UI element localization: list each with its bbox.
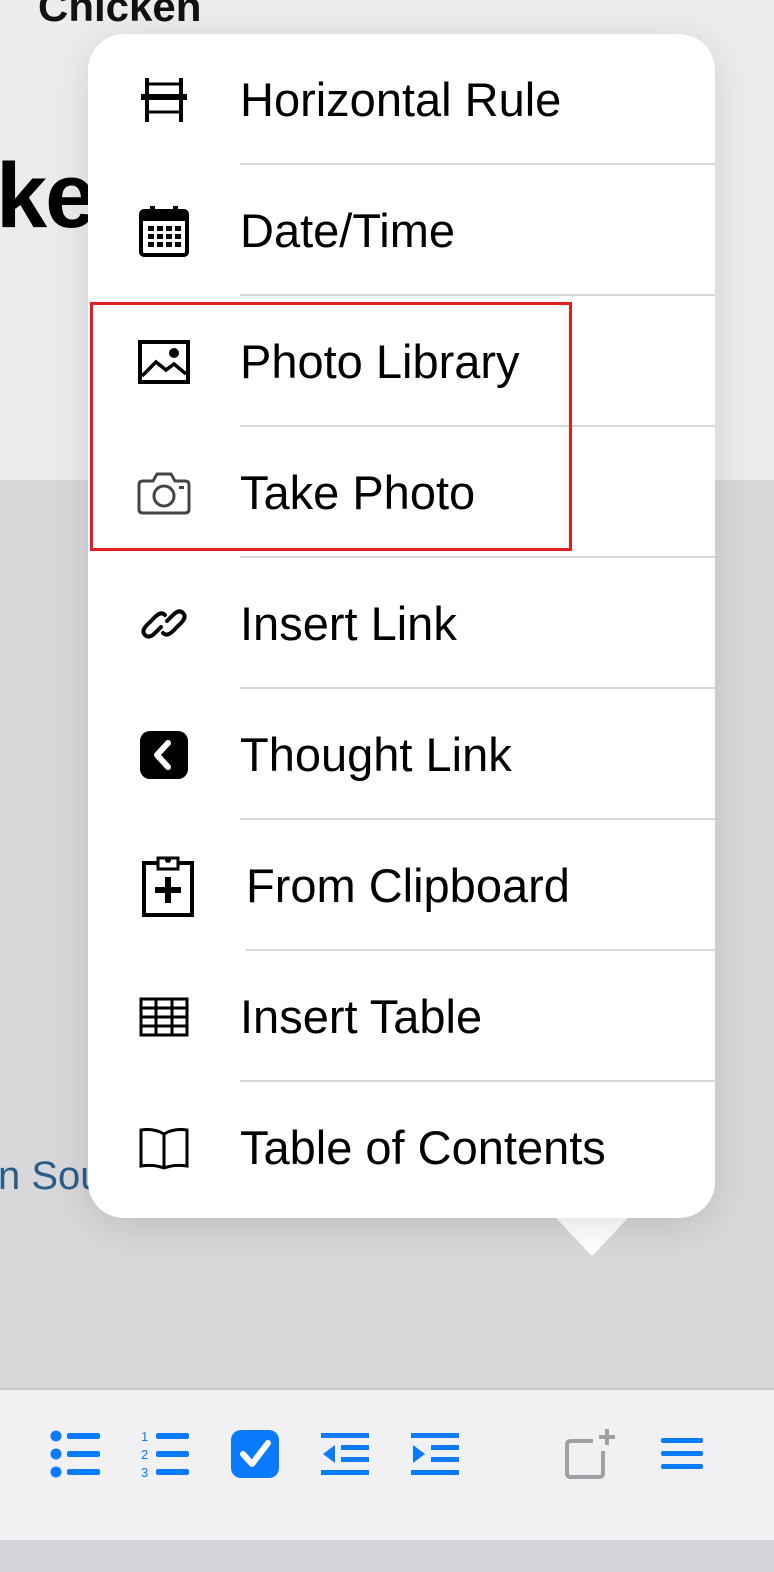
horizontal-rule-icon [136, 72, 192, 128]
numbered-list-button[interactable]: 1 2 3 [137, 1426, 193, 1482]
menu-item-label: Thought Link [240, 728, 512, 781]
menu-item-table-of-contents[interactable]: Table of Contents [88, 1082, 715, 1213]
menu-item-label: Photo Library [240, 335, 520, 388]
clipboard-plus-icon [140, 856, 196, 917]
svg-text:2: 2 [141, 1447, 148, 1462]
home-indicator-area [0, 1540, 774, 1572]
menu-item-label: Insert Table [240, 990, 483, 1043]
indent-icon [411, 1433, 459, 1475]
indent-button[interactable] [407, 1426, 463, 1482]
menu-item-insert-link[interactable]: Insert Link [88, 558, 715, 689]
thought-link-icon [136, 727, 192, 783]
checkbox-icon [231, 1430, 279, 1478]
menu-item-label: Insert Link [240, 597, 457, 650]
outdent-icon [321, 1433, 369, 1475]
svg-text:1: 1 [141, 1429, 148, 1444]
calendar-icon [136, 203, 192, 259]
svg-text:3: 3 [141, 1465, 148, 1479]
menu-item-photo-library[interactable]: Photo Library [88, 296, 715, 427]
add-block-icon [565, 1429, 615, 1479]
link-icon [136, 596, 192, 652]
menu-item-label: From Clipboard [246, 859, 570, 912]
camera-icon [136, 465, 192, 521]
document-heading: ke [0, 145, 96, 247]
bullet-list-icon [50, 1430, 100, 1478]
bullet-list-button[interactable] [48, 1426, 104, 1482]
menu-item-label: Table of Contents [240, 1121, 606, 1174]
popover-arrow [554, 1216, 630, 1256]
numbered-list-icon: 1 2 3 [141, 1429, 189, 1479]
menu-item-thought-link[interactable]: Thought Link [88, 689, 715, 820]
menu-item-label: Take Photo [240, 466, 476, 519]
book-icon [136, 1120, 192, 1176]
table-icon [136, 989, 192, 1045]
photo-icon [136, 334, 192, 390]
formatting-toolbar: 1 2 3 [0, 1388, 774, 1540]
menu-item-horizontal-rule[interactable]: Horizontal Rule [88, 34, 715, 165]
menu-item-label: Horizontal Rule [240, 73, 562, 126]
insert-menu-popover: Horizontal Rule Date/Time Photo Library … [88, 34, 715, 1218]
checklist-button[interactable] [227, 1426, 283, 1482]
menu-item-from-clipboard[interactable]: From Clipboard [88, 820, 715, 951]
menu-item-label: Date/Time [240, 204, 456, 257]
menu-item-date-time[interactable]: Date/Time [88, 165, 715, 296]
more-menu-button[interactable] [654, 1426, 710, 1482]
menu-item-take-photo[interactable]: Take Photo [88, 427, 715, 558]
outdent-button[interactable] [317, 1426, 373, 1482]
menu-item-insert-table[interactable]: Insert Table [88, 951, 715, 1082]
menu-icon [661, 1438, 703, 1469]
add-block-button[interactable] [563, 1426, 619, 1482]
document-title: Chicken [38, 0, 202, 30]
